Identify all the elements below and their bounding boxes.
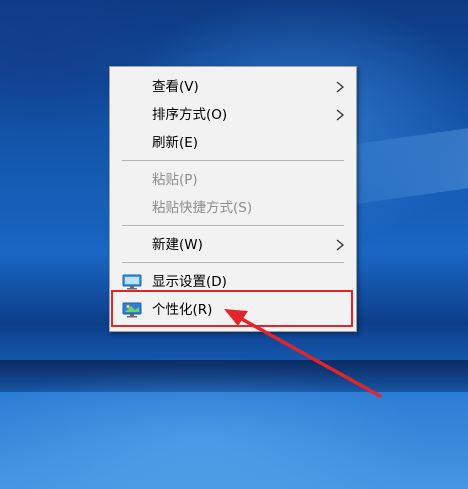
menu-item-label: 显示设置(D)	[152, 274, 227, 290]
menu-item-paste-shortcut[interactable]: 粘贴快捷方式(S)	[110, 194, 356, 222]
menu-separator	[122, 262, 344, 263]
menu-item-label: 粘贴(P)	[152, 172, 198, 188]
menu-item-display-settings[interactable]: 显示设置(D)	[110, 268, 356, 296]
menu-item-refresh[interactable]: 刷新(E)	[110, 129, 356, 157]
menu-item-personalize[interactable]: 个性化(R)	[110, 296, 356, 324]
menu-item-label: 个性化(R)	[152, 302, 213, 318]
menu-item-label: 排序方式(O)	[152, 107, 228, 123]
menu-separator	[122, 225, 344, 226]
menu-separator	[122, 160, 344, 161]
chevron-right-icon	[336, 239, 345, 251]
menu-item-label: 新建(W)	[152, 237, 203, 253]
display-settings-icon	[122, 274, 142, 290]
wallpaper-light-band	[0, 392, 468, 489]
menu-item-label: 粘贴快捷方式(S)	[152, 200, 253, 216]
menu-item-label: 查看(V)	[152, 79, 199, 95]
desktop-context-menu: 查看(V) 排序方式(O) 刷新(E) 粘贴(P) 粘贴快捷方式(S) 新建(W…	[109, 66, 357, 332]
wallpaper-dark-band	[0, 360, 468, 392]
chevron-right-icon	[336, 81, 345, 93]
menu-item-paste[interactable]: 粘贴(P)	[110, 166, 356, 194]
menu-item-view[interactable]: 查看(V)	[110, 73, 356, 101]
chevron-right-icon	[336, 109, 345, 121]
menu-item-new[interactable]: 新建(W)	[110, 231, 356, 259]
personalize-icon	[122, 302, 142, 318]
menu-item-sort-by[interactable]: 排序方式(O)	[110, 101, 356, 129]
menu-item-label: 刷新(E)	[152, 135, 199, 151]
